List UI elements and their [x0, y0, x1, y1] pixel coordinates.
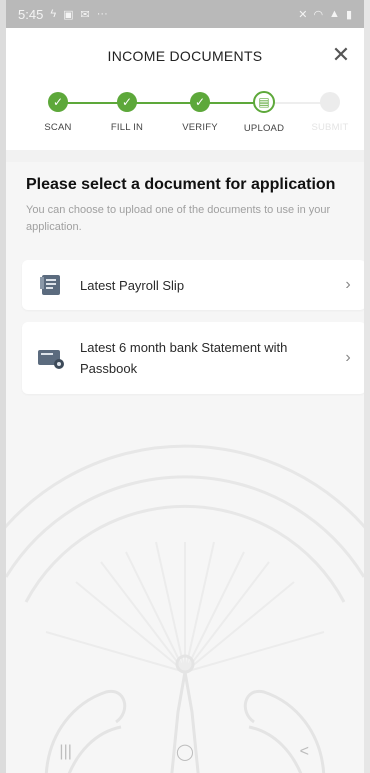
home-icon[interactable]: ◯ — [155, 742, 215, 762]
battery-icon: ▮ — [345, 8, 352, 21]
step-label: FILL IN — [110, 122, 144, 133]
signal-icon: ▲ — [329, 8, 340, 20]
page-title: INCOME DOCUMENTS — [107, 48, 263, 64]
step-verify: ✓ VERIFY — [165, 92, 235, 133]
chevron-right-icon: › — [345, 276, 351, 293]
app-header: INCOME DOCUMENTS ✕ — [6, 28, 364, 84]
upload-document-icon: ▤ — [253, 91, 275, 113]
option-label: Latest 6 month bank Statement with Passb… — [80, 340, 288, 376]
wifi-icon: ◠ — [313, 8, 324, 21]
status-time: 5:45 — [18, 6, 44, 22]
step-upload: ▤ UPLOAD — [229, 91, 299, 134]
option-bank-statement[interactable]: Latest 6 month bank Statement with Passb… — [22, 322, 364, 394]
mute-icon: ✕ — [298, 8, 308, 21]
check-icon: ✓ — [48, 92, 68, 112]
flash-icon: ϟ — [50, 8, 57, 20]
mail-icon: ✉ — [80, 8, 90, 21]
step-label: SCAN — [44, 122, 72, 133]
section-separator — [6, 150, 364, 162]
option-label: Latest Payroll Slip — [80, 277, 185, 293]
progress-stepper: ✓ SCAN ✓ FILL IN ✓ VERIFY ▤ UPLOAD ● SUB… — [6, 84, 364, 150]
check-icon: ✓ — [190, 92, 210, 112]
back-icon[interactable]: < — [274, 743, 334, 761]
main-content: Please select a document for application… — [6, 162, 364, 773]
more-dots-icon: ··· — [96, 8, 108, 20]
seal-watermark — [6, 444, 364, 773]
step-label: UPLOAD — [243, 123, 285, 134]
bank-statement-icon — [30, 346, 74, 370]
status-bar: 5:45 ϟ ▣ ✉ ··· ✕ ◠ ▲ ▮ — [6, 0, 364, 28]
submit-icon: ● — [320, 92, 340, 112]
system-nav-bar: ||| ◯ < — [6, 731, 364, 773]
section-heading: Please select a document for application — [26, 176, 336, 193]
close-icon[interactable]: ✕ — [328, 42, 354, 68]
step-fill-in: ✓ FILL IN — [92, 92, 162, 133]
step-scan: ✓ SCAN — [23, 92, 93, 133]
step-label: SUBMIT — [311, 122, 349, 133]
image-icon: ▣ — [63, 8, 74, 21]
step-label: VERIFY — [182, 122, 218, 133]
check-icon: ✓ — [117, 92, 137, 112]
chevron-right-icon: › — [345, 349, 351, 366]
recent-apps-icon[interactable]: ||| — [36, 743, 96, 761]
option-payroll-slip[interactable]: Latest Payroll Slip › — [22, 260, 364, 310]
section-description: You can choose to upload one of the docu… — [26, 204, 331, 233]
payroll-slip-icon — [30, 274, 74, 296]
step-submit: ● SUBMIT — [295, 92, 365, 133]
